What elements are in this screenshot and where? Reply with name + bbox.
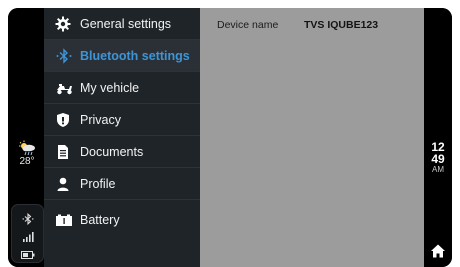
- menu-item-general-settings[interactable]: General settings: [44, 8, 200, 40]
- signal-bars-icon: [12, 229, 43, 247]
- home-icon: [431, 244, 445, 258]
- home-button[interactable]: [430, 243, 446, 259]
- clock-minute: 49: [431, 152, 445, 166]
- menu-item-battery[interactable]: Battery: [44, 204, 200, 236]
- menu-item-profile[interactable]: Profile: [44, 168, 200, 200]
- settings-menu: General settings Bluetooth settings My v…: [44, 8, 200, 267]
- clock-ampm: AM: [432, 165, 444, 174]
- menu-item-label: General settings: [80, 17, 172, 31]
- bluetooth-icon: [12, 212, 43, 230]
- weather-widget: 28°: [14, 140, 40, 167]
- menu-item-label: My vehicle: [80, 81, 140, 95]
- right-rail: 12 49 AM: [424, 8, 452, 267]
- scooter-icon: [55, 80, 73, 96]
- temperature-label: 28°: [19, 156, 35, 167]
- menu-item-documents[interactable]: Documents: [44, 136, 200, 168]
- menu-item-label: Documents: [80, 145, 144, 159]
- bluetooth-icon: [55, 48, 73, 64]
- clock: 12 49 AM: [424, 141, 452, 175]
- partly-cloudy-rain-icon: [19, 140, 35, 156]
- menu-item-label: Profile: [80, 177, 116, 191]
- device-name-label: Device name: [217, 19, 279, 31]
- document-icon: [55, 144, 73, 160]
- app-frame: 28° General settings Bluetooth settings …: [8, 8, 452, 267]
- menu-item-bluetooth-settings[interactable]: Bluetooth settings: [44, 40, 200, 72]
- left-status-rail: 28°: [8, 8, 44, 267]
- shield-icon: [55, 112, 73, 128]
- device-name-value: TVS IQUBE123: [304, 19, 379, 31]
- menu-item-label: Bluetooth settings: [80, 49, 190, 63]
- person-icon: [55, 176, 73, 192]
- menu-item-label: Battery: [80, 213, 120, 227]
- menu-item-privacy[interactable]: Privacy: [44, 104, 200, 136]
- menu-item-my-vehicle[interactable]: My vehicle: [44, 72, 200, 104]
- gear-icon: [55, 16, 73, 32]
- connectivity-status-box: [11, 204, 44, 263]
- battery-icon: [12, 246, 43, 264]
- bluetooth-settings-panel: Device name TVS IQUBE123: [200, 8, 424, 267]
- menu-item-label: Privacy: [80, 113, 121, 127]
- battery-icon: [55, 212, 73, 228]
